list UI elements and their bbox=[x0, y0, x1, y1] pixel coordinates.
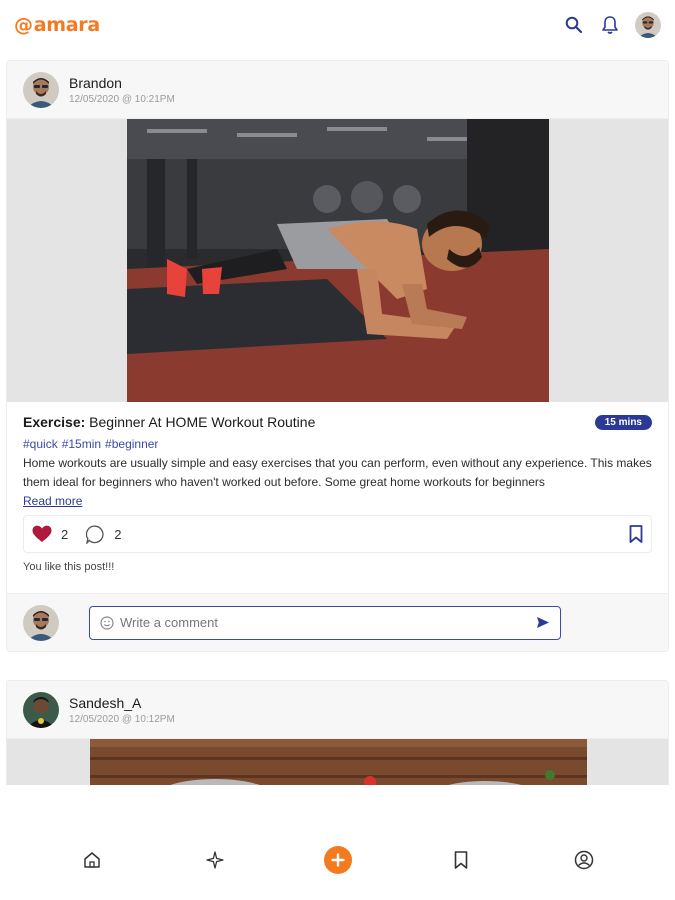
app-logo[interactable]: @ amara bbox=[14, 14, 100, 36]
top-actions bbox=[563, 12, 661, 38]
comment-button[interactable]: 2 bbox=[86, 525, 121, 544]
nav-home[interactable] bbox=[72, 840, 112, 880]
comment-icon bbox=[86, 525, 104, 544]
post-feed[interactable]: Brandon 12/05/2020 @ 10:21PM Exercise: B… bbox=[0, 50, 675, 785]
post-title-text: Beginner At HOME Workout Routine bbox=[89, 414, 316, 430]
logo-symbol: @ bbox=[14, 14, 33, 36]
comment-placeholder: Write a comment bbox=[120, 615, 219, 630]
heart-icon bbox=[32, 525, 52, 542]
bottom-navigation bbox=[0, 820, 675, 900]
post-image bbox=[127, 119, 549, 402]
duration-badge: 15 mins bbox=[594, 414, 652, 430]
post-card: Sandesh_A 12/05/2020 @ 10:12PM bbox=[6, 680, 669, 785]
commenter-avatar[interactable] bbox=[23, 604, 59, 641]
post-header: Sandesh_A 12/05/2020 @ 10:12PM bbox=[7, 681, 668, 739]
top-app-bar: @ amara bbox=[0, 0, 675, 50]
hashtag[interactable]: #quick bbox=[23, 437, 58, 451]
post-timestamp: 12/05/2020 @ 10:21PM bbox=[69, 93, 175, 105]
hashtag-list: #quick #15min #beginner bbox=[23, 437, 652, 451]
comment-row: Write a comment bbox=[7, 593, 668, 651]
user-avatar[interactable] bbox=[635, 12, 661, 38]
author-name[interactable]: Brandon bbox=[69, 75, 175, 91]
post-card: Brandon 12/05/2020 @ 10:21PM Exercise: B… bbox=[6, 60, 669, 652]
nav-profile[interactable] bbox=[564, 840, 604, 880]
post-media[interactable] bbox=[7, 119, 668, 402]
author-name[interactable]: Sandesh_A bbox=[69, 695, 175, 711]
emoji-icon[interactable] bbox=[100, 615, 114, 630]
post-image bbox=[90, 739, 587, 785]
comment-input[interactable]: Write a comment bbox=[89, 605, 561, 640]
post-excerpt: Home workouts are usually simple and eas… bbox=[23, 456, 652, 489]
post-header: Brandon 12/05/2020 @ 10:21PM bbox=[7, 61, 668, 119]
logo-text: amara bbox=[33, 14, 100, 36]
post-actions: 2 2 bbox=[23, 515, 652, 553]
profile-icon bbox=[574, 850, 593, 870]
like-count: 2 bbox=[61, 526, 69, 542]
author-block: Brandon 12/05/2020 @ 10:21PM bbox=[69, 75, 175, 105]
nav-discover[interactable] bbox=[195, 840, 235, 880]
hashtag[interactable]: #beginner bbox=[105, 437, 158, 451]
bookmark-icon bbox=[629, 525, 643, 543]
bookmarks-icon bbox=[454, 851, 467, 869]
bell-icon[interactable] bbox=[599, 14, 621, 36]
author-block: Sandesh_A 12/05/2020 @ 10:12PM bbox=[69, 695, 175, 725]
post-title-row: Exercise: Beginner At HOME Workout Routi… bbox=[23, 414, 652, 430]
send-icon[interactable] bbox=[536, 616, 550, 629]
hashtag[interactable]: #15min bbox=[62, 437, 101, 451]
post-body: Exercise: Beginner At HOME Workout Routi… bbox=[7, 402, 668, 573]
search-icon[interactable] bbox=[563, 14, 585, 36]
bookmark-button[interactable] bbox=[629, 525, 643, 548]
read-more-link[interactable]: Read more bbox=[23, 494, 82, 508]
nav-add-post[interactable] bbox=[318, 840, 358, 880]
home-icon bbox=[83, 852, 100, 868]
nav-bookmarks[interactable] bbox=[441, 840, 481, 880]
sparkle-icon bbox=[205, 851, 224, 869]
author-avatar[interactable] bbox=[23, 71, 59, 108]
post-timestamp: 12/05/2020 @ 10:12PM bbox=[69, 713, 175, 725]
liked-note: You like this post!!! bbox=[23, 561, 115, 573]
author-avatar[interactable] bbox=[23, 691, 59, 728]
comment-count: 2 bbox=[114, 526, 122, 542]
like-button[interactable]: 2 bbox=[32, 525, 68, 543]
post-media[interactable] bbox=[7, 739, 668, 785]
post-category: Exercise: bbox=[23, 414, 86, 430]
add-post-icon bbox=[323, 846, 352, 874]
post-title[interactable]: Exercise: Beginner At HOME Workout Routi… bbox=[23, 414, 315, 430]
